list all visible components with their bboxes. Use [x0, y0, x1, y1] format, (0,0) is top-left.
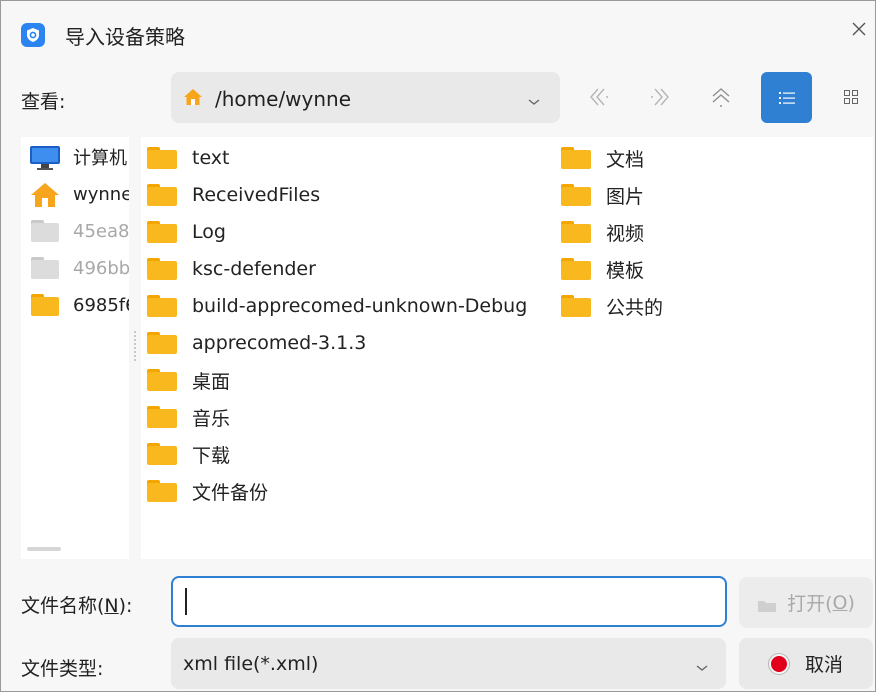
- file-name: 模板: [606, 259, 645, 282]
- chevron-down-icon: [527, 92, 541, 111]
- folder-icon: [561, 295, 591, 317]
- chevron-down-icon: [695, 658, 709, 677]
- arrow-back-icon[interactable]: [576, 75, 620, 119]
- file-name: 视频: [606, 222, 645, 245]
- folder-icon: [147, 295, 177, 317]
- file-name: 公共的: [606, 296, 664, 319]
- arrow-forward-icon[interactable]: [639, 75, 683, 119]
- file-list: text ReceivedFiles Log ksc-defender buil…: [141, 137, 873, 559]
- file-name: 下载: [192, 444, 231, 467]
- sidebar-item-label: 计算机: [73, 148, 127, 169]
- list-item[interactable]: ReceivedFiles: [147, 180, 320, 210]
- dialog-title: 导入设备策略: [65, 25, 185, 49]
- folder-icon: [147, 184, 177, 206]
- file-name: ksc-defender: [192, 258, 316, 280]
- sidebar-scrollbar[interactable]: [27, 547, 61, 551]
- file-name: 音乐: [192, 407, 231, 430]
- list-item[interactable]: apprecomed-3.1.3: [147, 328, 366, 358]
- folder-icon: [561, 221, 591, 243]
- sidebar-item-drive-45ea8[interactable]: 45ea8: [29, 217, 129, 245]
- arrow-up-icon[interactable]: [699, 75, 743, 119]
- look-in-label: 查看:: [21, 91, 66, 113]
- home-icon: [29, 182, 61, 207]
- close-icon[interactable]: [847, 17, 871, 41]
- list-item[interactable]: 模板: [561, 254, 644, 284]
- list-item[interactable]: 文件备份: [147, 476, 268, 506]
- file-name: text: [192, 147, 230, 169]
- title-bar: 导入设备策略: [1, 1, 875, 57]
- cancel-button[interactable]: 取消: [739, 638, 873, 689]
- open-button-mnemonic: O: [832, 591, 848, 614]
- record-dot-icon: [768, 653, 789, 674]
- folder-icon: [147, 369, 177, 391]
- open-button-suffix: ): [847, 591, 855, 614]
- file-name: 文件备份: [192, 481, 269, 504]
- list-item[interactable]: 下载: [147, 439, 230, 469]
- sidebar-item-drive-496bb[interactable]: 496bb: [29, 254, 129, 282]
- open-button[interactable]: 打开(O): [739, 577, 873, 628]
- list-item[interactable]: 音乐: [147, 402, 230, 432]
- drive-icon: [29, 219, 61, 243]
- folder-icon: [147, 480, 177, 502]
- computer-icon: [29, 145, 61, 170]
- file-name: ReceivedFiles: [192, 184, 321, 206]
- cancel-button-label: 取消: [804, 654, 843, 676]
- filetype-combobox[interactable]: xml file(*.xml): [171, 638, 726, 689]
- folder-icon: [147, 221, 177, 243]
- list-item[interactable]: 图片: [561, 180, 644, 210]
- filetype-label: 文件类型:: [21, 658, 104, 680]
- folder-open-icon: [757, 596, 777, 612]
- open-button-label: 打开(: [787, 593, 833, 615]
- list-item[interactable]: 公共的: [561, 291, 663, 321]
- grid-view-icon[interactable]: [831, 77, 871, 117]
- folder-icon: [147, 332, 177, 354]
- filetype-value: xml file(*.xml): [183, 653, 319, 675]
- sidebar: 计算机 wynne 45ea8 496bb 6985f: [21, 137, 129, 559]
- list-item[interactable]: Log: [147, 217, 226, 247]
- file-name: apprecomed-3.1.3: [192, 332, 367, 354]
- sidebar-item-home[interactable]: wynne: [29, 180, 129, 208]
- filename-label-text: 文件名称(: [21, 595, 105, 617]
- folder-icon: [561, 184, 591, 206]
- list-item[interactable]: text: [147, 143, 230, 173]
- panel-splitter-handle[interactable]: [134, 331, 138, 361]
- path-combobox[interactable]: /home/wynne: [171, 72, 560, 123]
- list-item[interactable]: ksc-defender: [147, 254, 316, 284]
- list-item[interactable]: 桌面: [147, 365, 230, 395]
- folder-icon: [561, 147, 591, 169]
- file-name: 桌面: [192, 370, 231, 393]
- file-name: build-apprecomed-unknown-Debug: [192, 295, 528, 317]
- path-text: /home/wynne: [215, 87, 352, 111]
- folder-icon: [147, 443, 177, 465]
- filename-label-mnemonic: N: [104, 595, 119, 617]
- text-caret: [185, 588, 187, 615]
- list-item[interactable]: 视频: [561, 217, 644, 247]
- folder-icon: [147, 406, 177, 428]
- filename-input[interactable]: [171, 576, 727, 627]
- filename-label: 文件名称(N):: [21, 591, 132, 618]
- folder-icon: [147, 258, 177, 280]
- sidebar-item-computer[interactable]: 计算机: [29, 143, 127, 171]
- drive-icon: [29, 256, 61, 280]
- folder-icon: [561, 258, 591, 280]
- file-name: 文档: [606, 148, 645, 171]
- list-item[interactable]: build-apprecomed-unknown-Debug: [147, 291, 527, 321]
- sidebar-item-folder-6985f6[interactable]: 6985f6: [29, 291, 129, 319]
- sidebar-item-label: 45ea8: [73, 220, 129, 242]
- filename-label-suffix: ):: [118, 595, 133, 617]
- list-item[interactable]: 文档: [561, 143, 644, 173]
- folder-icon: [147, 147, 177, 169]
- file-name: Log: [192, 221, 226, 243]
- list-view-icon[interactable]: [761, 72, 812, 123]
- folder-icon: [29, 293, 61, 317]
- sidebar-item-label: 6985f6: [73, 294, 129, 316]
- sidebar-item-label: 496bb: [73, 257, 129, 279]
- file-name: 图片: [606, 185, 645, 208]
- sidebar-item-label: wynne: [73, 183, 129, 205]
- home-icon: [183, 88, 203, 110]
- app-shield-icon: [21, 23, 45, 47]
- import-device-policy-dialog: 导入设备策略 查看: /home/wynne 计算机 wynne 45ea8 4…: [0, 0, 876, 692]
